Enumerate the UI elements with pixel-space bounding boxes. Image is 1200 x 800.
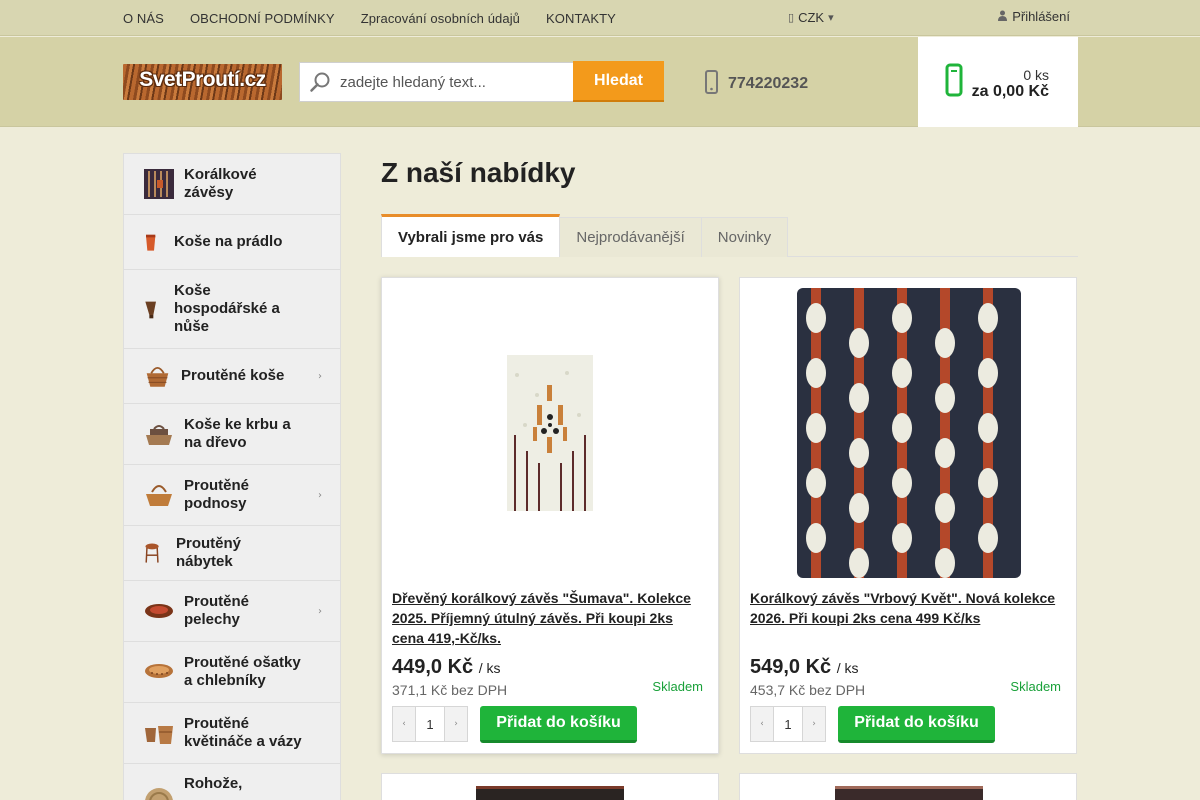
sidebar-item-mats[interactable]: Rohože, (124, 764, 340, 800)
sidebar-item-farm-baskets[interactable]: Koše hospodářské a nůše (124, 270, 340, 349)
sidebar-item-wicker-furniture[interactable]: Proutěný nábytek (124, 526, 340, 581)
bread-basket-icon (145, 664, 173, 678)
tab-bestsellers[interactable]: Nejprodávanější (559, 217, 702, 257)
sidebar-item-wicker-trays[interactable]: Proutěné podnosy › (124, 465, 340, 526)
sidebar-item-label: Proutěný nábytek (176, 535, 242, 570)
increase-icon[interactable]: › (445, 707, 467, 741)
sidebar-item-label: Proutěné koše (181, 367, 285, 384)
chevron-right-icon: › (318, 489, 322, 501)
quantity-stepper: ‹ 1 › (392, 706, 468, 742)
tab-recommended[interactable]: Vybrali jsme pro vás (381, 214, 561, 257)
search-button[interactable]: Hledat (573, 61, 664, 102)
nav-link-terms[interactable]: OBCHODNÍ PODMÍNKY (190, 11, 335, 26)
cart-count: 0 ks (1023, 67, 1049, 83)
product-card (381, 773, 719, 800)
product-image[interactable] (507, 355, 593, 511)
product-name[interactable]: Dřevěný korálkový závěs "Šumava". Kolekc… (392, 588, 702, 648)
login-label: Přihlášení (1012, 9, 1070, 24)
quantity-value[interactable]: 1 (415, 707, 445, 741)
product-card (739, 773, 1077, 800)
sidebar-item-label: Proutěné ošatky a chlebníky (184, 654, 301, 689)
sidebar-item-label: Proutěné pelechy (184, 593, 250, 628)
chevron-down-icon: ▾ (828, 11, 834, 24)
product-image[interactable] (835, 786, 983, 800)
product-card: Korálkový závěs "Vrbový Květ". Nová kole… (739, 277, 1077, 754)
laundry-basket-icon (146, 234, 156, 251)
nav-link-privacy[interactable]: Zpracování osobních údajů (361, 11, 520, 26)
wicker-tray-icon (146, 485, 172, 506)
chevron-right-icon: › (318, 605, 322, 617)
top-nav: O NÁS OBCHODNÍ PODMÍNKY Zpracování osobn… (123, 0, 642, 36)
product-price: 549,0 Kč / ks (750, 656, 859, 678)
stock-badge: Skladem (1010, 679, 1061, 694)
product-price-netto: 453,7 Kč bez DPH (750, 682, 866, 698)
add-to-cart-button[interactable]: Přidat do košíku (480, 706, 637, 743)
farm-basket-icon (145, 301, 156, 319)
sidebar-item-label: Koše ke krbu a na dřevo (184, 416, 291, 451)
sidebar-item-bread-baskets[interactable]: Proutěné ošatky a chlebníky (124, 642, 340, 703)
currency-icon: ▯ (788, 11, 795, 24)
phone-contact[interactable]: 774220232 (705, 70, 808, 97)
sidebar-item-label: Rohože, (184, 775, 243, 792)
phone-number: 774220232 (728, 74, 809, 92)
page-title: Z naší nabídky (381, 157, 576, 188)
product-price-netto: 371,1 Kč bez DPH (392, 682, 508, 698)
decrease-icon[interactable]: ‹ (393, 707, 415, 741)
product-name[interactable]: Korálkový závěs "Vrbový Květ". Nová kole… (750, 588, 1060, 628)
search-input[interactable] (340, 73, 565, 91)
user-icon (998, 9, 1008, 24)
phone-icon (705, 70, 718, 97)
cart-total: za 0,00 Kč (971, 83, 1049, 100)
product-price: 449,0 Kč / ks (392, 656, 501, 678)
sidebar-item-label: Koše na prádlo (174, 233, 283, 250)
decrease-icon[interactable]: ‹ (751, 707, 773, 741)
mat-icon (145, 788, 173, 800)
currency-label: CZK (798, 10, 825, 25)
currency-selector[interactable]: ▯ CZK ▾ (788, 10, 834, 25)
logo-text: SvetProutí.cz (139, 68, 266, 91)
nav-link-contacts[interactable]: KONTAKTY (546, 11, 616, 26)
search-box (299, 62, 574, 102)
sidebar-item-wicker-pots-vases[interactable]: Proutěné květináče a vázy (124, 703, 340, 764)
quantity-stepper: ‹ 1 › (750, 706, 826, 742)
increase-icon[interactable]: › (803, 707, 825, 741)
sidebar-item-label: Koše hospodářské a nůše (174, 282, 280, 335)
header: SvetProutí.cz Hledat 774220232 0 ks za 0… (0, 37, 1200, 127)
sidebar-item-label: Korálkové závěsy (184, 166, 257, 201)
wicker-stool-icon (145, 543, 159, 563)
sidebar-item-laundry-baskets[interactable]: Koše na prádlo (124, 215, 340, 270)
sidebar-item-wicker-baskets[interactable]: Proutěné koše › (124, 349, 340, 404)
add-to-cart-button[interactable]: Přidat do košíku (838, 706, 995, 743)
sidebar-item-wicker-pet-beds[interactable]: Proutěné pelechy › (124, 581, 340, 642)
firewood-basket-icon (146, 425, 172, 445)
tab-new[interactable]: Novinky (700, 217, 789, 257)
bead-curtain-icon (144, 169, 174, 199)
wicker-basket-icon (146, 367, 169, 387)
nav-link-about[interactable]: O NÁS (123, 11, 164, 26)
login-link[interactable]: Přihlášení (998, 9, 1070, 24)
flower-pot-icon (145, 726, 173, 744)
stock-badge: Skladem (652, 679, 703, 694)
chevron-right-icon: › (318, 370, 322, 382)
sidebar-item-firewood-baskets[interactable]: Koše ke krbu a na dřevo (124, 404, 340, 465)
sidebar-item-label: Proutěné květináče a vázy (184, 715, 302, 750)
quantity-value[interactable]: 1 (773, 707, 803, 741)
sidebar-item-bead-curtains[interactable]: Korálkové závěsy (124, 154, 340, 215)
category-sidebar: Korálkové závěsy Koše na prádlo Koše hos… (123, 153, 341, 800)
product-image[interactable] (476, 786, 624, 800)
cart-widget[interactable]: 0 ks za 0,00 Kč (918, 37, 1078, 127)
product-image[interactable] (797, 288, 1021, 578)
top-bar: O NÁS OBCHODNÍ PODMÍNKY Zpracování osobn… (0, 0, 1200, 36)
pet-bed-icon (145, 604, 173, 618)
product-card: Dřevěný korálkový závěs "Šumava". Kolekc… (381, 277, 719, 754)
shopping-cart-icon (944, 61, 964, 102)
product-tabs: Vybrali jsme pro vás Nejprodávanější Nov… (381, 214, 1078, 257)
search-icon (300, 71, 340, 93)
sidebar-item-label: Proutěné podnosy (184, 477, 250, 512)
logo[interactable]: SvetProutí.cz (123, 64, 282, 100)
